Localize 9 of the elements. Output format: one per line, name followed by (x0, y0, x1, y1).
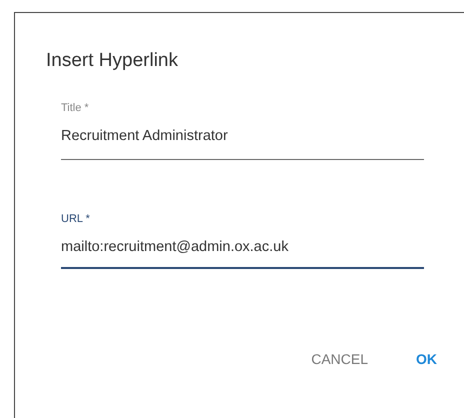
ok-button[interactable]: OK (410, 347, 443, 371)
text-field[interactable]: URL * mailto:recruitment@admin.ox.ac.uk (61, 212, 424, 269)
field-value: mailto:recruitment@admin.ox.ac.uk (61, 238, 290, 257)
field-value: Recruitment Administrator (61, 127, 229, 146)
field-label: URL * (61, 212, 91, 226)
field-label: Title * (61, 101, 90, 115)
text-field[interactable]: Title * Recruitment Administrator (61, 101, 424, 160)
dialog-title: Insert Hyperlink (46, 49, 179, 73)
cancel-button[interactable]: CANCEL (305, 347, 374, 371)
